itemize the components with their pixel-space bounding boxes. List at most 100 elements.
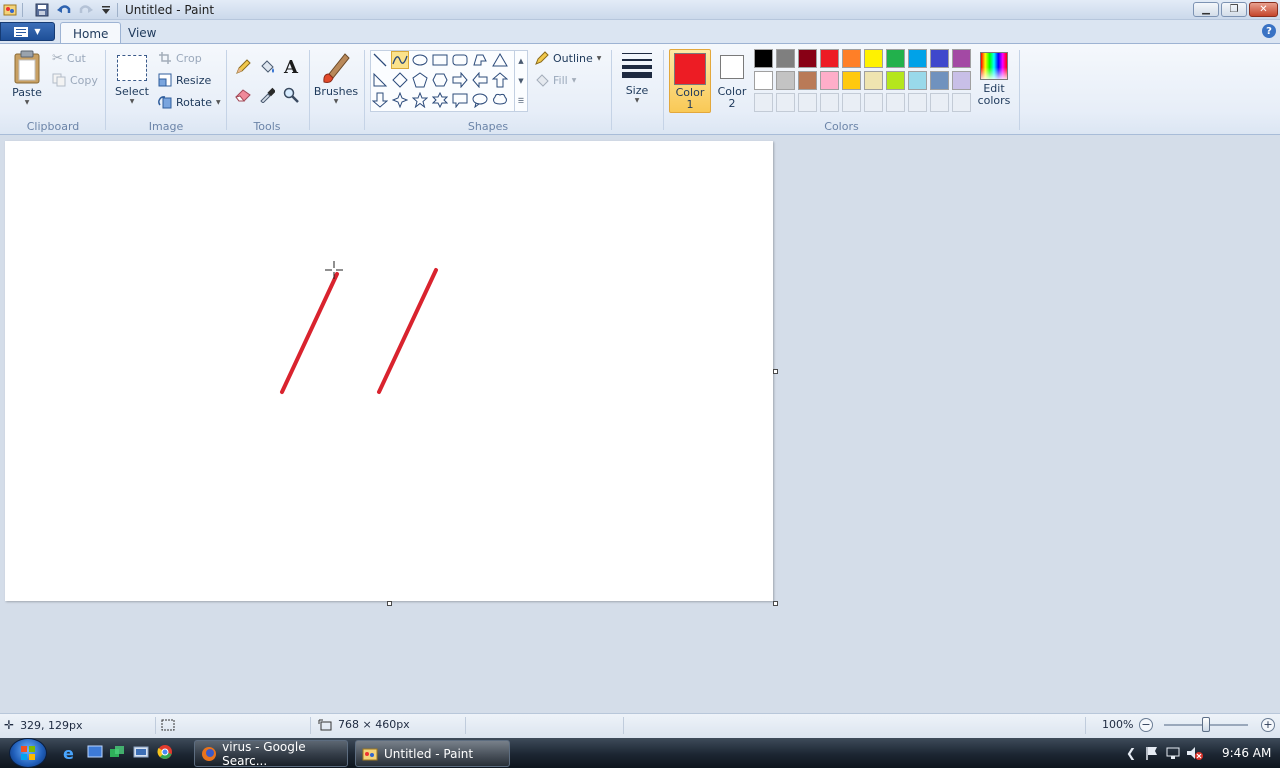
- scroll-down-icon[interactable]: ▼: [518, 77, 523, 85]
- palette-swatch[interactable]: [820, 49, 839, 68]
- crop-button[interactable]: Crop: [158, 51, 202, 65]
- palette-swatch[interactable]: [952, 49, 971, 68]
- start-button[interactable]: [9, 738, 47, 768]
- palette-swatch[interactable]: [842, 49, 861, 68]
- canvas-resize-handle-right[interactable]: [773, 369, 778, 374]
- paint-app-icon[interactable]: [2, 2, 18, 18]
- brushes-button[interactable]: Brushes ▼: [313, 50, 359, 112]
- four-point-star-shape[interactable]: [391, 91, 409, 109]
- eraser-tool[interactable]: [233, 85, 253, 105]
- palette-swatch[interactable]: [754, 49, 773, 68]
- show-hidden-icons-button[interactable]: ❮: [1126, 746, 1136, 760]
- fill-button[interactable]: Fill ▼: [534, 73, 576, 88]
- right-arrow-shape[interactable]: [451, 71, 469, 89]
- canvas-resize-handle-corner[interactable]: [773, 601, 778, 606]
- color1-button[interactable]: Color 1: [669, 49, 711, 113]
- rectangle-shape[interactable]: [431, 51, 449, 69]
- zoom-slider-thumb[interactable]: [1202, 717, 1210, 732]
- custom-color-slot[interactable]: [776, 93, 795, 112]
- right-triangle-shape[interactable]: [371, 71, 389, 89]
- palette-swatch[interactable]: [754, 71, 773, 90]
- size-button[interactable]: Size ▼: [617, 50, 657, 112]
- drawing-canvas[interactable]: [5, 141, 773, 601]
- curve-shape[interactable]: [391, 51, 409, 69]
- custom-color-slot[interactable]: [754, 93, 773, 112]
- palette-swatch[interactable]: [930, 49, 949, 68]
- left-arrow-shape[interactable]: [471, 71, 489, 89]
- chrome-quicklaunch[interactable]: [157, 744, 173, 763]
- minimize-button[interactable]: ▁: [1193, 2, 1219, 17]
- custom-color-slot[interactable]: [842, 93, 861, 112]
- palette-swatch[interactable]: [908, 71, 927, 90]
- rectangular-callout-shape[interactable]: [451, 91, 469, 109]
- palette-swatch[interactable]: [820, 71, 839, 90]
- network-quicklaunch[interactable]: [133, 745, 149, 762]
- hexagon-shape[interactable]: [431, 71, 449, 89]
- up-arrow-shape[interactable]: [491, 71, 509, 89]
- color-picker-tool[interactable]: [257, 85, 277, 105]
- text-tool[interactable]: A: [281, 57, 301, 78]
- custom-color-slot[interactable]: [952, 93, 971, 112]
- outline-button[interactable]: Outline ▼: [534, 51, 601, 66]
- save-icon[interactable]: [34, 2, 50, 18]
- rounded-rectangle-shape[interactable]: [451, 51, 469, 69]
- custom-color-slot[interactable]: [930, 93, 949, 112]
- network-tray[interactable]: [1165, 745, 1181, 764]
- palette-swatch[interactable]: [886, 71, 905, 90]
- shapes-scroll[interactable]: ▲ ▼ ☰: [514, 51, 527, 111]
- palette-swatch[interactable]: [864, 49, 883, 68]
- volume-tray[interactable]: [1186, 745, 1204, 764]
- restore-button[interactable]: ❐: [1221, 2, 1247, 17]
- palette-swatch[interactable]: [930, 71, 949, 90]
- gallery-expand-icon[interactable]: ☰: [518, 97, 524, 105]
- palette-swatch[interactable]: [776, 71, 795, 90]
- rotate-button[interactable]: Rotate ▼: [158, 95, 221, 109]
- zoom-out-button[interactable]: −: [1139, 718, 1153, 732]
- taskbar-item-paint[interactable]: Untitled - Paint: [355, 740, 510, 767]
- pentagon-shape[interactable]: [411, 71, 429, 89]
- custom-color-slot[interactable]: [886, 93, 905, 112]
- palette-swatch[interactable]: [952, 71, 971, 90]
- palette-swatch[interactable]: [842, 71, 861, 90]
- custom-color-slot[interactable]: [908, 93, 927, 112]
- taskbar-item-firefox[interactable]: virus - Google Searc...: [194, 740, 348, 768]
- redo-icon[interactable]: [78, 2, 94, 18]
- five-point-star-shape[interactable]: [411, 91, 429, 109]
- custom-color-slot[interactable]: [798, 93, 817, 112]
- customize-quick-access-icon[interactable]: [98, 2, 114, 18]
- zoom-in-button[interactable]: +: [1261, 718, 1275, 732]
- six-point-star-shape[interactable]: [431, 91, 449, 109]
- edit-colors-button[interactable]: Edit colors: [974, 49, 1014, 113]
- undo-icon[interactable]: [56, 2, 72, 18]
- paint-menu-button[interactable]: ▼: [0, 22, 55, 41]
- canvas-resize-handle-bottom[interactable]: [387, 601, 392, 606]
- custom-color-slot[interactable]: [864, 93, 883, 112]
- palette-swatch[interactable]: [776, 49, 795, 68]
- palette-swatch[interactable]: [886, 49, 905, 68]
- triangle-shape[interactable]: [491, 51, 509, 69]
- resize-button[interactable]: Resize: [158, 73, 211, 87]
- palette-swatch[interactable]: [798, 49, 817, 68]
- custom-color-slot[interactable]: [820, 93, 839, 112]
- ie-quicklaunch[interactable]: e: [63, 744, 74, 763]
- scroll-up-icon[interactable]: ▲: [518, 57, 523, 65]
- cut-button[interactable]: ✂ Cut: [52, 51, 86, 66]
- clock[interactable]: 9:46 AM: [1222, 746, 1271, 760]
- color2-button[interactable]: Color 2: [713, 49, 751, 113]
- help-icon[interactable]: ?: [1262, 24, 1276, 38]
- palette-swatch[interactable]: [864, 71, 883, 90]
- show-desktop-quicklaunch[interactable]: [87, 745, 103, 762]
- palette-swatch[interactable]: [798, 71, 817, 90]
- tab-view[interactable]: View: [116, 22, 168, 44]
- polygon-shape[interactable]: [471, 51, 489, 69]
- action-center-tray[interactable]: [1144, 745, 1160, 764]
- close-button[interactable]: ✕: [1249, 2, 1278, 17]
- cloud-callout-shape[interactable]: [491, 91, 509, 109]
- diamond-shape[interactable]: [391, 71, 409, 89]
- palette-swatch[interactable]: [908, 49, 927, 68]
- fill-tool[interactable]: [257, 57, 277, 77]
- tab-home[interactable]: Home: [60, 22, 122, 44]
- pencil-tool[interactable]: [233, 57, 253, 77]
- switch-windows-quicklaunch[interactable]: [109, 745, 125, 762]
- oval-shape[interactable]: [411, 51, 429, 69]
